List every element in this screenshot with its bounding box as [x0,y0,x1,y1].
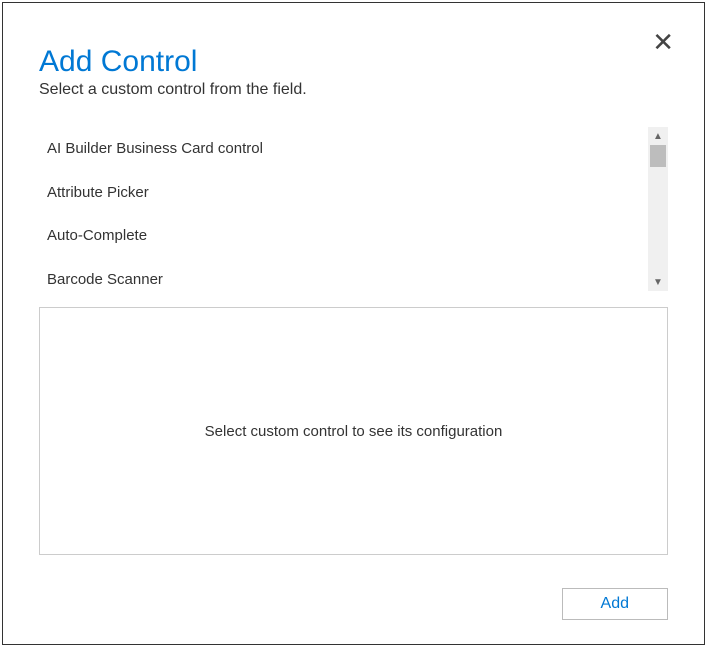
config-placeholder: Select custom control to see its configu… [205,423,503,440]
close-button[interactable]: ✕ [652,29,674,55]
control-list-area: AI Builder Business Card control Attribu… [39,127,668,291]
list-item[interactable]: Attribute Picker [39,171,642,215]
list-item[interactable]: Barcode Scanner [39,258,642,292]
list-item[interactable]: Auto-Complete [39,214,642,258]
add-button[interactable]: Add [562,588,668,620]
configuration-panel: Select custom control to see its configu… [39,307,668,555]
scrollbar[interactable]: ▲ ▼ [648,127,668,291]
scroll-thumb[interactable] [650,145,666,167]
scroll-track[interactable] [648,145,668,273]
dialog-title: Add Control [39,45,668,79]
scroll-up-icon[interactable]: ▲ [648,127,668,145]
scroll-down-icon[interactable]: ▼ [648,273,668,291]
control-list: AI Builder Business Card control Attribu… [39,127,642,291]
dialog-subtitle: Select a custom control from the field. [39,81,668,99]
list-item[interactable]: AI Builder Business Card control [39,127,642,171]
add-control-dialog: ✕ Add Control Select a custom control fr… [2,2,705,645]
dialog-footer: Add [39,568,668,620]
